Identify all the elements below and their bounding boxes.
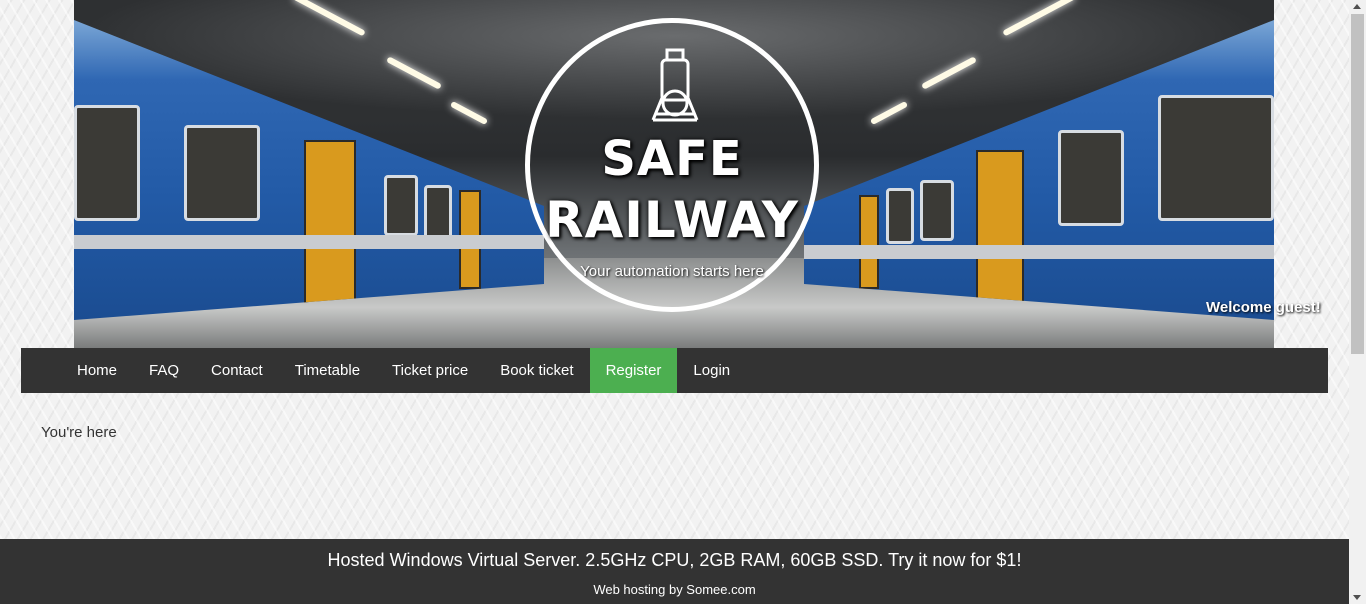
welcome-message: Welcome guest! (1206, 299, 1321, 316)
breadcrumb: You're here (41, 424, 117, 441)
nav-home[interactable]: Home (61, 348, 133, 393)
train-icon (651, 48, 699, 122)
footer-hosting-credit[interactable]: Web hosting by Somee.com (0, 582, 1349, 597)
nav-register[interactable]: Register (589, 348, 678, 393)
footer: Hosted Windows Virtual Server. 2.5GHz CP… (0, 539, 1349, 604)
main-nav: Home FAQ Contact Timetable Ticket price … (21, 348, 1328, 393)
logo-title-railway: RAILWAY (545, 191, 799, 249)
scroll-down-icon[interactable] (1353, 595, 1361, 600)
logo-title-safe: SAFE (601, 131, 743, 187)
nav-book-ticket[interactable]: Book ticket (484, 348, 589, 393)
scroll-thumb[interactable] (1351, 14, 1364, 354)
nav-faq[interactable]: FAQ (133, 348, 195, 393)
site-logo[interactable]: SAFE RAILWAY Your automation starts here (525, 18, 819, 312)
vertical-scrollbar[interactable] (1349, 0, 1366, 604)
header-banner: SAFE RAILWAY Your automation starts here (74, 0, 1274, 348)
logo-tagline: Your automation starts here (580, 263, 764, 280)
nav-login[interactable]: Login (677, 348, 746, 393)
nav-contact[interactable]: Contact (195, 348, 279, 393)
scroll-up-icon[interactable] (1353, 4, 1361, 9)
nav-ticket-price[interactable]: Ticket price (376, 348, 484, 393)
nav-timetable[interactable]: Timetable (279, 348, 376, 393)
footer-hosting-ad[interactable]: Hosted Windows Virtual Server. 2.5GHz CP… (0, 550, 1349, 571)
